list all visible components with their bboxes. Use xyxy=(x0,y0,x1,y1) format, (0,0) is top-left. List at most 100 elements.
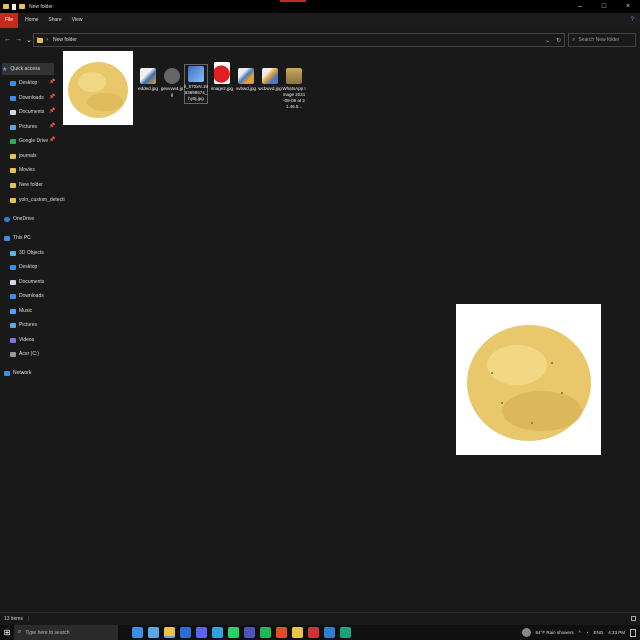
properties-icon[interactable] xyxy=(12,3,16,10)
wifi-icon[interactable]: ◔ xyxy=(586,630,589,635)
item-count: 13 items xyxy=(4,615,23,622)
nav-yolo-custom[interactable]: yolo_custom_detecti xyxy=(10,194,65,206)
file-item-potato-thumb[interactable] xyxy=(63,51,133,125)
image-thumb xyxy=(188,66,204,82)
nav-label: Pictures xyxy=(19,124,38,130)
documents-icon xyxy=(10,109,16,115)
task-view-icon[interactable] xyxy=(132,627,143,638)
whatsapp-icon[interactable] xyxy=(228,627,239,638)
nav-pc-downloads[interactable]: Downloads xyxy=(10,290,44,302)
nav-downloads[interactable]: Downloads xyxy=(10,92,44,104)
close-button[interactable]: × xyxy=(616,0,640,13)
title-bar: New folder – □ × xyxy=(0,0,640,13)
nav-documents[interactable]: Documents xyxy=(10,106,44,118)
mail-icon[interactable] xyxy=(148,627,159,638)
view-toggle-icon[interactable] xyxy=(631,616,636,621)
file-item-whatsapp-image[interactable]: WhatsApp Image 2021-08-09 at 21.46.5... xyxy=(282,68,306,110)
chrome-icon[interactable] xyxy=(276,627,287,638)
nav-onedrive[interactable]: OneDrive xyxy=(4,213,34,225)
nav-quick-access[interactable]: ★ Quick access xyxy=(2,63,54,75)
tab-file[interactable]: File xyxy=(0,13,19,28)
clock[interactable]: 4:23 PM xyxy=(608,630,625,635)
refresh-icon[interactable]: ↻ xyxy=(556,38,561,44)
vscode-icon[interactable] xyxy=(324,627,335,638)
nav-pictures[interactable]: Pictures xyxy=(10,121,37,133)
quick-access-toolbar xyxy=(3,3,25,10)
tab-share[interactable]: Share xyxy=(43,13,66,28)
telegram-icon[interactable] xyxy=(212,627,223,638)
file-name: image2.jpg xyxy=(210,86,233,91)
forward-button[interactable]: → xyxy=(15,36,22,44)
breadcrumb[interactable]: New folder xyxy=(53,37,77,43)
minimize-button[interactable]: – xyxy=(568,0,592,13)
nav-3d-objects[interactable]: 3D Objects xyxy=(10,247,44,259)
nav-videos[interactable]: Videos xyxy=(10,334,34,346)
nav-label: Downloads xyxy=(19,95,44,101)
acrobat-icon[interactable] xyxy=(308,627,319,638)
address-dropdown-icon[interactable]: ⌄ xyxy=(545,38,550,44)
nav-music[interactable]: Music xyxy=(10,305,32,317)
nav-pc-documents[interactable]: Documents xyxy=(10,276,44,288)
pycharm-icon[interactable] xyxy=(340,627,351,638)
nav-movies[interactable]: Movies xyxy=(10,164,35,176)
image-thumb xyxy=(262,68,278,84)
download-icon xyxy=(10,293,16,299)
folder-icon xyxy=(10,167,16,173)
computer-icon xyxy=(4,235,10,241)
status-bar: 13 items | xyxy=(0,612,640,624)
notifications-icon[interactable] xyxy=(630,628,636,637)
nav-acer-c[interactable]: Acer (C:) xyxy=(10,348,39,360)
user-avatar[interactable] xyxy=(521,628,531,637)
pin-icon: 📌 xyxy=(49,94,56,100)
file-item-il-570xn[interactable]: il_570xN.1963699574_hy9j.jpg xyxy=(184,64,208,104)
image-thumb xyxy=(140,68,156,84)
nav-google-drive[interactable]: Google Drive xyxy=(10,135,48,147)
nav-network[interactable]: Network xyxy=(4,367,31,379)
tab-home[interactable]: Home xyxy=(20,13,43,28)
nav-label: Google Drive xyxy=(19,138,49,144)
nav-label: 3D Objects xyxy=(19,250,44,256)
download-icon xyxy=(10,95,16,101)
nav-desktop[interactable]: Desktop xyxy=(10,77,37,89)
sticky-notes-icon[interactable] xyxy=(292,627,303,638)
image-thumb xyxy=(286,68,302,84)
image-preview xyxy=(456,304,601,455)
weather-info[interactable]: 84°F Rain showers xyxy=(536,630,574,635)
pin-icon: 📌 xyxy=(49,123,56,129)
edge-icon[interactable] xyxy=(180,627,191,638)
file-item-vvbwd[interactable]: vvbwd.jpg xyxy=(234,68,258,92)
steam-icon[interactable] xyxy=(260,627,271,638)
file-item-wcbwvd[interactable]: wcbwvd.jpg xyxy=(258,68,282,92)
address-bar[interactable]: › New folder ⌄ ↻ xyxy=(33,33,565,47)
recent-locations-button[interactable]: ⌄ xyxy=(26,36,32,44)
drive-icon xyxy=(10,351,16,357)
file-view: edded.jpg gevvvw4.jpg il_570xN.196369957… xyxy=(60,50,640,608)
pictures-icon xyxy=(10,124,16,130)
search-input[interactable]: ⌕ Search New folder xyxy=(568,33,636,47)
nav-journals[interactable]: journals xyxy=(10,150,37,162)
nav-this-pc[interactable]: This PC xyxy=(4,232,31,244)
language-indicator[interactable]: ENG xyxy=(593,630,603,635)
back-button[interactable]: ← xyxy=(4,36,11,44)
file-item-edded[interactable]: edded.jpg xyxy=(136,68,160,92)
nav-pc-pictures[interactable]: Pictures xyxy=(10,319,37,331)
nav-new-folder[interactable]: New folder xyxy=(10,179,43,191)
nav-label: Quick access xyxy=(10,66,41,72)
tray-overflow-icon[interactable]: ^ xyxy=(579,630,581,635)
file-item-image2[interactable]: image2.jpg xyxy=(210,62,234,92)
nav-label: New folder xyxy=(19,182,43,188)
file-item-gevvvw4[interactable]: gevvvw4.jpg xyxy=(160,68,184,98)
taskbar-search-placeholder: Type here to search xyxy=(25,629,70,636)
taskbar-search-input[interactable]: ⌕ Type here to search xyxy=(14,625,118,640)
help-icon[interactable]: ? xyxy=(631,13,634,28)
nav-pc-desktop[interactable]: Desktop xyxy=(10,261,37,273)
new-folder-icon[interactable] xyxy=(19,4,25,9)
tab-view[interactable]: View xyxy=(67,13,88,28)
file-explorer-icon[interactable] xyxy=(164,627,175,638)
windows-start-icon[interactable]: ⊞ xyxy=(0,625,14,640)
nav-label: OneDrive xyxy=(13,216,35,222)
address-row: ← → ⌄ ↑ › New folder ⌄ ↻ ⌕ Search New fo… xyxy=(0,32,640,48)
discord-icon[interactable] xyxy=(196,627,207,638)
maximize-button[interactable]: □ xyxy=(592,0,616,13)
teams-icon[interactable] xyxy=(244,627,255,638)
